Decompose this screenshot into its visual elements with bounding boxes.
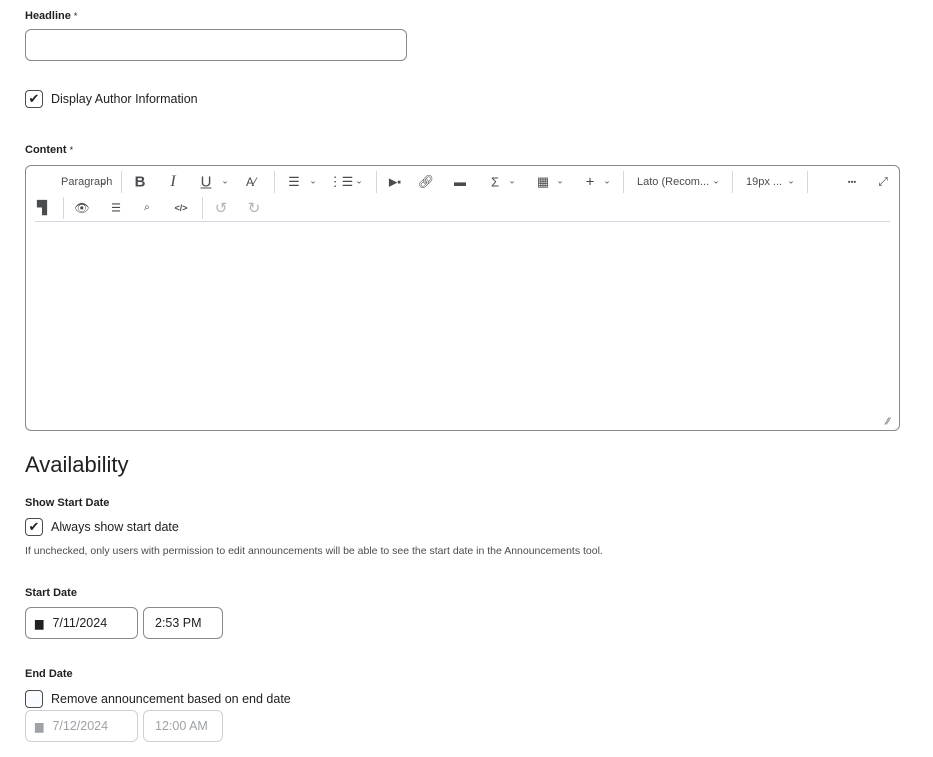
undo-icon[interactable]: ↺ (215, 199, 228, 217)
insert-media-icon[interactable]: ▶▪ (389, 176, 401, 189)
required-marker: * (73, 11, 78, 21)
start-date-label: Start Date (25, 587, 77, 599)
word-count-icon[interactable]: ☰ (111, 202, 121, 215)
divider (623, 171, 624, 193)
image-icon[interactable]: ▬ (454, 175, 466, 189)
display-author-checkbox-row[interactable]: ✔ Display Author Information (25, 90, 198, 108)
font-family-dropdown[interactable]: Lato (Recom... (637, 176, 709, 188)
resize-handle-icon[interactable]: ⁄⁄ (886, 417, 889, 428)
bullet-list-icon[interactable]: ⋮☰ (329, 174, 354, 190)
fullscreen-icon[interactable]: ⤢ (878, 175, 888, 190)
chevron-down-icon[interactable]: ⌄ (787, 176, 795, 187)
always-show-start-label: Always show start date (51, 520, 179, 534)
end-date-input: ▆ 7/12/2024 (25, 710, 138, 742)
remove-on-end-row[interactable]: Remove announcement based on end date (25, 690, 291, 708)
end-date-label: End Date (25, 668, 73, 680)
display-author-checkbox[interactable]: ✔ (25, 90, 43, 108)
bold-button[interactable]: B (135, 174, 146, 191)
chevron-down-icon[interactable]: ⌄ (556, 176, 564, 187)
source-code-icon[interactable]: </> (174, 203, 187, 213)
align-left-icon[interactable]: ☰ (288, 174, 300, 190)
content-label: Content * (25, 144, 73, 156)
divider (121, 171, 122, 193)
redo-icon[interactable]: ↻ (248, 199, 261, 217)
chevron-down-icon[interactable]: ⌄ (99, 177, 107, 188)
content-editor[interactable]: Paragraph ⌄ B I U ⌄ A⁄ ☰ ⌄ ⋮☰ ⌄ ▶▪ 🔗︎ ▬ … (25, 165, 900, 431)
toolbar-divider (35, 221, 890, 222)
chevron-down-icon[interactable]: ⌄ (355, 176, 363, 187)
chevron-down-icon[interactable]: ⌄ (603, 176, 611, 187)
spellcheck-icon[interactable]: 👁︎ (74, 201, 89, 215)
end-time-input: 12:00 AM (143, 710, 223, 742)
headline-label: Headline * (25, 10, 77, 22)
start-time-input[interactable]: 2:53 PM (143, 607, 223, 639)
chevron-down-icon[interactable]: ⌄ (508, 176, 516, 187)
calendar-icon: ▆ (35, 720, 44, 733)
checkmark-icon: ✔ (28, 91, 40, 106)
divider (63, 197, 64, 219)
remove-on-end-checkbox[interactable] (25, 690, 43, 708)
underline-button[interactable]: U (201, 174, 212, 191)
insert-plus-icon[interactable]: + (586, 174, 595, 191)
remove-on-end-label: Remove announcement based on end date (51, 692, 291, 706)
headline-input[interactable] (25, 29, 407, 61)
start-time-value: 2:53 PM (155, 616, 202, 630)
calendar-icon: ▆ (35, 617, 44, 630)
find-replace-icon[interactable]: ⌕ (144, 202, 150, 215)
start-date-value: 7/11/2024 (52, 616, 108, 630)
chevron-down-icon[interactable]: ⌄ (309, 176, 317, 187)
divider (376, 171, 377, 193)
headline-label-text: Headline (25, 10, 71, 22)
content-body[interactable] (35, 226, 890, 421)
link-icon[interactable]: 🔗︎ (418, 174, 435, 190)
italic-button[interactable]: I (170, 173, 175, 191)
chevron-down-icon[interactable]: ⌄ (221, 176, 229, 187)
more-options-button[interactable]: ••• (848, 178, 856, 187)
show-start-help-text: If unchecked, only users with permission… (25, 545, 603, 557)
format-painter-icon[interactable]: ▜ (37, 200, 47, 216)
checkmark-icon: ✔ (28, 519, 40, 534)
font-size-dropdown[interactable]: 19px ... (746, 176, 782, 188)
end-date-value: 7/12/2024 (52, 719, 109, 733)
required-marker: * (69, 145, 74, 155)
content-label-text: Content (25, 144, 67, 156)
divider (732, 171, 733, 193)
text-style-icon[interactable]: A⁄ (246, 175, 256, 189)
chevron-down-icon[interactable]: ⌄ (712, 176, 720, 187)
start-date-input[interactable]: ▆ 7/11/2024 (25, 607, 138, 639)
divider (202, 197, 203, 219)
always-show-start-checkbox[interactable]: ✔ (25, 518, 43, 536)
divider (807, 171, 808, 193)
table-icon[interactable]: ▦ (537, 174, 549, 190)
show-start-date-label: Show Start Date (25, 497, 110, 509)
end-time-value: 12:00 AM (155, 719, 208, 733)
equation-sigma-icon[interactable]: Σ (491, 175, 499, 190)
always-show-start-row[interactable]: ✔ Always show start date (25, 518, 179, 536)
divider (274, 171, 275, 193)
availability-heading: Availability (25, 452, 129, 477)
display-author-label: Display Author Information (51, 92, 198, 106)
